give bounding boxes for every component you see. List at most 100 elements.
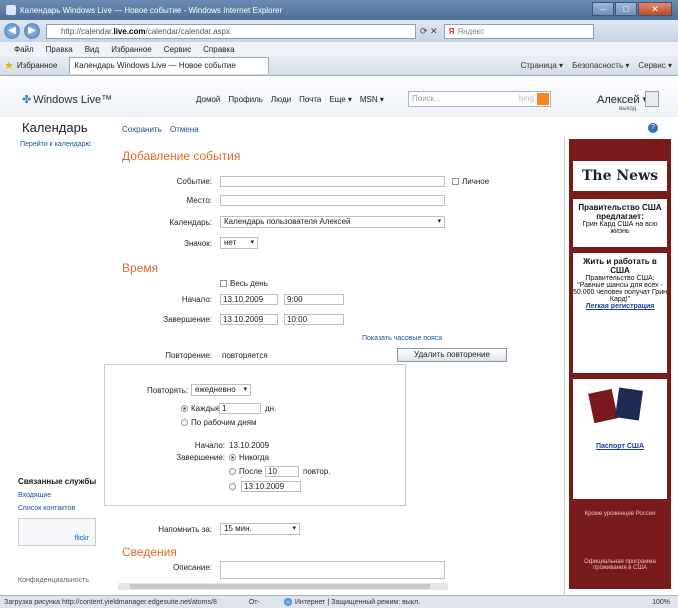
ad-banner[interactable]: The News Правительство США предлагает: Гр… (564, 137, 678, 595)
description-input[interactable] (220, 561, 445, 579)
status-text: Загрузка рисунка http://content.yieldman… (4, 598, 217, 606)
favorites-button[interactable]: ★ Избранное (4, 59, 57, 72)
end-date-input[interactable]: 13.10.2009 (220, 314, 278, 325)
page-menu[interactable]: Страница ▾ (521, 61, 564, 70)
workdays-radio[interactable]: По рабочим дням (181, 418, 256, 427)
search-icon[interactable] (537, 93, 549, 105)
every-radio[interactable]: Каждые (181, 404, 220, 413)
minimize-button[interactable]: – (592, 2, 614, 16)
goto-calendar-link[interactable]: Перейти к календарю (20, 141, 91, 148)
remind-select[interactable]: 15 мин. (220, 523, 300, 535)
calendar-label: Календарь: (169, 218, 212, 227)
windows-live-logo[interactable]: ✤ Windows Live™ (22, 93, 112, 106)
live-header: ✤ Windows Live™ Домой Профиль Люди Почта … (0, 77, 678, 117)
every-days-input[interactable]: 1 (219, 403, 261, 414)
menu-file[interactable]: Файл (14, 45, 34, 54)
nav-more[interactable]: Еще ▾ (329, 95, 352, 104)
page-content: ✤ Windows Live™ Домой Профиль Люди Почта … (0, 77, 678, 595)
user-menu[interactable]: Алексей ▾ выход (597, 93, 648, 112)
start2-label: Начало: (194, 441, 225, 450)
butterfly-icon: ✤ (22, 94, 32, 106)
tab-bar: ★ Избранное Календарь Windows Live — Ново… (0, 56, 678, 76)
maximize-button[interactable]: □ (615, 2, 637, 16)
cancel-button[interactable]: Отмена (170, 125, 199, 134)
save-button[interactable]: Сохранить (122, 125, 162, 134)
menu-help[interactable]: Справка (203, 45, 234, 54)
forward-button[interactable]: ▶ (24, 23, 40, 39)
signout-link[interactable]: выход (619, 106, 636, 112)
ad-footer: Официальная программа проживания в США (584, 559, 656, 571)
event-input[interactable] (220, 176, 445, 187)
repeat-label: Повторение: (165, 351, 212, 360)
start-date-input[interactable]: 13.10.2009 (220, 294, 278, 305)
after-unit: повтор. (303, 467, 331, 476)
icon-label: Значок: (184, 239, 212, 248)
search-box[interactable]: Я Яндекс (443, 23, 594, 39)
after-radio[interactable]: После (229, 467, 262, 476)
repeat-frequency-select[interactable]: ежедневно (191, 384, 251, 396)
end-label: Завершение: (163, 315, 212, 324)
menu-view[interactable]: Вид (85, 45, 99, 54)
calendar-select[interactable]: Календарь пользователя Алексей (220, 216, 445, 228)
menu-edit[interactable]: Правка (46, 45, 73, 54)
start-time-input[interactable]: 9:00 (284, 294, 344, 305)
avatar[interactable] (645, 91, 659, 107)
calendar-header: Календарь Сохранить Отмена ? (0, 117, 678, 139)
live-search-input[interactable]: Поиск... bing (408, 91, 551, 107)
refresh-icon[interactable]: ⟳ ✕ (420, 26, 438, 37)
nav-people[interactable]: Люди (271, 95, 291, 104)
sidebar-item-inbox[interactable]: Входящие (18, 492, 108, 499)
place-input[interactable] (220, 195, 445, 206)
until-date-input[interactable]: 13.10.2009 (241, 481, 301, 492)
after-count-input[interactable]: 10 (265, 466, 299, 477)
zoom-level[interactable]: 100% (652, 599, 678, 606)
status-bar: Загрузка рисунка http://content.yieldman… (0, 595, 678, 608)
menu-favorites[interactable]: Избранное (111, 45, 152, 54)
nav-home[interactable]: Домой (196, 95, 220, 104)
ad-box-1: Правительство США предлагает: Грин Кард С… (573, 199, 667, 247)
nav-profile[interactable]: Профиль (228, 95, 263, 104)
security-zone[interactable]: Интернет | Защищенный режим: выкл. (283, 598, 420, 606)
tools-menu[interactable]: Сервис ▾ (638, 61, 672, 70)
allday-checkbox[interactable]: Весь день (220, 279, 268, 288)
repeat-panel: Повторять: ежедневно Каждые 1 дн. По раб… (104, 364, 406, 506)
safety-menu[interactable]: Безопасность ▾ (572, 61, 629, 70)
ad-box-3: Паспорт США (573, 379, 667, 499)
sidebar-item-contacts[interactable]: Список контактов (18, 505, 108, 512)
nav-msn[interactable]: MSN ▾ (360, 95, 384, 104)
related-services: Связанные службы Входящие Список контакт… (18, 477, 108, 552)
start2-value: 13.10.2009 (229, 441, 270, 450)
event-label: Событие: (176, 177, 212, 186)
close-button[interactable]: ✕ (638, 2, 672, 16)
icon-select[interactable]: нет (220, 237, 258, 249)
end-time-input[interactable]: 10:00 (284, 314, 344, 325)
place-label: Место: (186, 196, 212, 205)
back-button[interactable]: ◀ (4, 23, 20, 39)
page-title: Календарь (22, 120, 88, 135)
help-icon[interactable]: ? (648, 123, 658, 133)
services-logos[interactable]: flickr (18, 518, 96, 546)
passport-link[interactable]: Паспорт США (573, 443, 667, 450)
description-label: Описание: (172, 563, 212, 572)
tab-active[interactable]: Календарь Windows Live — Новое событие (69, 57, 270, 74)
globe-icon (283, 598, 292, 606)
never-radio[interactable]: Никогда (229, 453, 269, 462)
private-checkbox[interactable]: Личное (452, 177, 489, 186)
url-field[interactable]: http://calendar.live.com/calendar/calend… (46, 23, 416, 39)
address-bar: ◀ ▶ http://calendar.live.com/calendar/ca… (0, 20, 678, 42)
nav-mail[interactable]: Почта (299, 95, 321, 104)
status-mid: От- (248, 598, 260, 606)
end2-label: Завершение: (176, 453, 225, 462)
menu-bar: Файл Правка Вид Избранное Сервис Справка (0, 42, 678, 56)
privacy-link[interactable]: Конфиденциальность (18, 577, 89, 584)
horizontal-scrollbar[interactable] (118, 583, 448, 590)
ad-register-link[interactable]: Легкая регистрация (586, 303, 655, 310)
browser-window: Календарь Windows Live — Новое событие -… (0, 0, 678, 608)
timezones-link[interactable]: Показать часовые пояса (362, 335, 442, 342)
remove-repeat-button[interactable]: Удалить повторение (397, 348, 507, 362)
title-bar: Календарь Windows Live — Новое событие -… (0, 0, 678, 20)
passport-image (588, 387, 643, 423)
star-icon: ★ (4, 60, 14, 72)
menu-tools[interactable]: Сервис (164, 45, 191, 54)
until-radio[interactable] (229, 482, 239, 491)
